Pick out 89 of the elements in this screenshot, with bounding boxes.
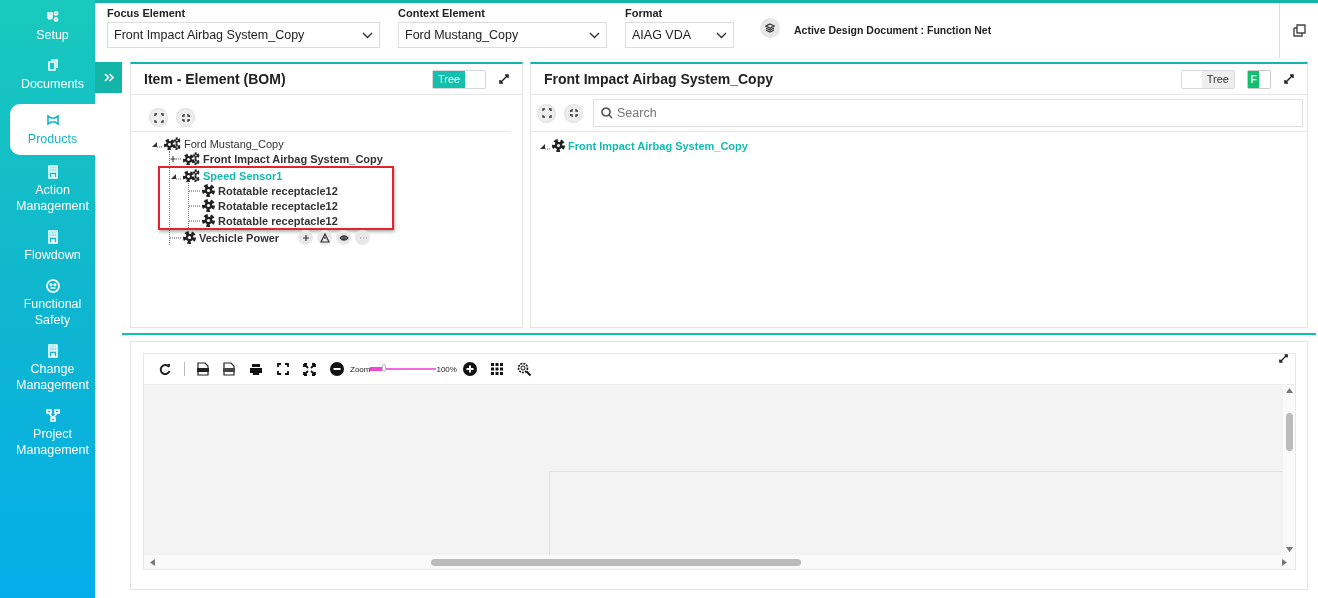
expand-icon xyxy=(541,108,552,118)
gear-icon xyxy=(202,184,215,197)
panel-title: Item - Element (BOM) xyxy=(144,71,286,87)
face-icon xyxy=(45,279,60,293)
tree-item[interactable]: Rotatable receptacle12 xyxy=(218,199,338,212)
tree-toggle[interactable]: Tree xyxy=(1181,69,1235,89)
print-icon[interactable] xyxy=(249,362,263,376)
zoom-in-icon[interactable] xyxy=(462,362,477,376)
tree-item[interactable]: Front Impact Airbag System_Copy xyxy=(568,139,748,152)
gears-icon xyxy=(183,169,200,182)
chevron-down-icon xyxy=(362,31,373,39)
tree-item[interactable]: Speed Sensor1 xyxy=(203,169,283,182)
scroll-left-icon[interactable] xyxy=(150,558,155,566)
sidebar-item[interactable]: Products xyxy=(10,104,95,155)
sidebar-item[interactable]: Documents xyxy=(10,55,95,98)
maximize-icon[interactable] xyxy=(498,73,510,85)
field-label: Focus Element xyxy=(107,7,187,19)
sidebar-item[interactable]: Project Management xyxy=(10,405,95,464)
collapse-icon xyxy=(568,108,579,118)
scroll-right-icon[interactable] xyxy=(1282,558,1287,566)
panel-title: Front Impact Airbag System_Copy xyxy=(544,71,773,87)
collapse-all-button[interactable] xyxy=(176,108,195,127)
tree-item[interactable]: Front Impact Airbag System_Copy xyxy=(203,152,383,165)
dropdown[interactable]: Ford Mustang_Copy xyxy=(398,22,607,48)
grid-icon[interactable] xyxy=(490,363,503,375)
sidebar-item[interactable]: Flowdown xyxy=(10,226,95,269)
dropdown[interactable]: Front Impact Airbag System_Copy xyxy=(107,22,380,48)
layers-button[interactable] xyxy=(760,18,780,38)
tree-item[interactable]: Rotatable receptacle12 xyxy=(218,184,338,197)
sidebar-item[interactable]: Change Management xyxy=(10,340,95,399)
gear-icon xyxy=(552,139,565,152)
fit-icon[interactable] xyxy=(303,362,316,376)
tree-item[interactable]: Vechicle Power xyxy=(199,231,280,244)
zoom-reading: 100% xyxy=(436,364,457,374)
zoom-search-icon[interactable] xyxy=(516,361,532,377)
action-button[interactable] xyxy=(317,230,333,245)
refresh-icon[interactable] xyxy=(159,362,172,376)
zoom-slider-thumb[interactable] xyxy=(381,364,386,372)
scroll-down-icon[interactable] xyxy=(1285,547,1293,552)
zoom-label: Zoom xyxy=(350,364,371,374)
f-toggle[interactable]: F xyxy=(1247,69,1271,89)
gear-icon xyxy=(202,199,215,212)
building-icon xyxy=(45,344,60,358)
expand-icon xyxy=(153,112,164,123)
gears-icon xyxy=(183,152,200,165)
warning-icon xyxy=(318,231,331,244)
chevron-down-icon xyxy=(716,31,727,39)
network-icon xyxy=(45,409,60,423)
building-icon xyxy=(45,165,60,179)
sidebar-item[interactable]: Functional Safety xyxy=(10,275,95,334)
scroll-up-icon[interactable] xyxy=(1285,388,1293,393)
gears-icon xyxy=(45,10,60,24)
documents-icon xyxy=(45,59,60,73)
active-document-label: Active Design Document : Function Net xyxy=(794,24,992,36)
dropdown[interactable]: AIAG VDA xyxy=(625,22,734,48)
maximize-icon[interactable] xyxy=(1278,353,1289,364)
svg-file-icon[interactable] xyxy=(197,362,209,376)
expand-all-button[interactable] xyxy=(149,108,168,127)
building-icon xyxy=(45,230,60,244)
field-label: Format xyxy=(625,7,664,19)
vertical-scrollbar[interactable] xyxy=(1283,385,1295,555)
field-label: Context Element xyxy=(398,7,486,19)
horizontal-scrollbar[interactable] xyxy=(144,555,1295,569)
sidebar-item[interactable]: Action Management xyxy=(10,161,95,220)
search-icon xyxy=(601,107,613,119)
gear-icon xyxy=(202,214,215,227)
collapsed-icon[interactable] xyxy=(170,154,182,163)
chevron-down-icon xyxy=(589,31,600,39)
sidebar-item[interactable]: Setup xyxy=(10,6,95,49)
gears-icon xyxy=(164,137,181,150)
scrollbar-thumb[interactable] xyxy=(1285,413,1293,451)
expand-all-button[interactable] xyxy=(537,103,556,123)
collapse-all-button[interactable] xyxy=(564,103,583,123)
png-file-icon[interactable] xyxy=(223,362,235,376)
fullscreen-icon[interactable] xyxy=(277,363,289,375)
search-field[interactable]: Search xyxy=(593,99,1303,127)
tree-toggle[interactable]: Tree xyxy=(432,69,486,89)
tree-item[interactable]: Rotatable receptacle12 xyxy=(218,214,338,227)
collapse-icon xyxy=(180,112,191,123)
copy-icon[interactable] xyxy=(1292,24,1306,37)
tree-item[interactable]: Ford Mustang_Copy xyxy=(184,137,284,150)
gear-icon xyxy=(183,231,196,244)
layers-icon xyxy=(765,23,775,33)
scrollbar-thumb[interactable] xyxy=(431,558,801,566)
action-button[interactable] xyxy=(336,230,352,245)
zoom-out-icon[interactable] xyxy=(330,362,344,376)
double-chevron-icon xyxy=(103,73,114,82)
product-icon xyxy=(45,114,60,128)
maximize-icon[interactable] xyxy=(1283,73,1295,85)
